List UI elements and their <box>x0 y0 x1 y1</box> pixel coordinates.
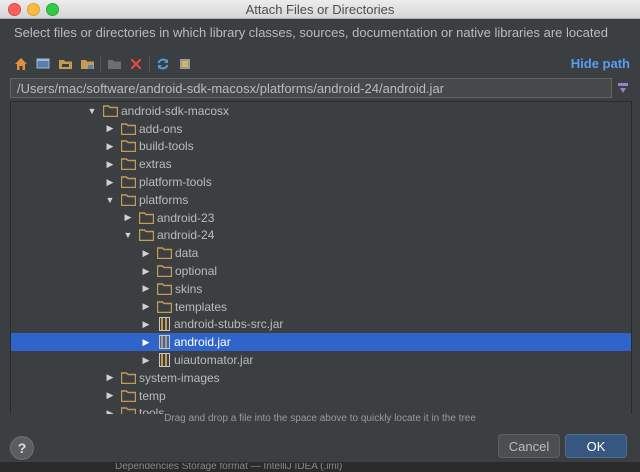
collapsed-arrow-icon[interactable]: ▶ <box>141 283 151 294</box>
tree-item-label: platforms <box>139 192 189 207</box>
refresh-icon[interactable] <box>152 54 174 74</box>
tree-folder-row[interactable]: ▶ temp <box>11 387 631 405</box>
ok-button[interactable]: OK <box>565 434 627 458</box>
tree-item-label: templates <box>175 299 228 314</box>
tree-item-label: optional <box>175 264 218 279</box>
tree-folder-row[interactable]: ▶ system-images <box>11 369 631 387</box>
tree-item-label: uiautomator.jar <box>174 353 254 368</box>
jar-file-icon <box>159 353 170 368</box>
new-folder-icon[interactable] <box>103 54 125 74</box>
collapsed-arrow-icon[interactable]: ▶ <box>105 141 115 152</box>
collapsed-arrow-icon[interactable]: ▶ <box>141 266 151 277</box>
folder-icon <box>120 194 137 207</box>
folder-icon <box>102 105 119 118</box>
path-input[interactable] <box>10 78 612 98</box>
collapsed-arrow-icon[interactable]: ▶ <box>141 337 151 348</box>
toolbar-separator <box>149 56 150 72</box>
tree-folder-row[interactable]: ▶ skins <box>11 280 631 298</box>
cancel-button[interactable]: Cancel <box>498 434 560 458</box>
collapsed-arrow-icon[interactable]: ▶ <box>105 390 115 401</box>
drag-drop-hint: Drag and drop a file into the space abov… <box>164 413 476 424</box>
tree-item-label: android-24 <box>157 228 215 243</box>
expanded-arrow-icon[interactable]: ▼ <box>105 195 115 205</box>
show-hidden-icon[interactable] <box>174 54 196 74</box>
tree-item-label: temp <box>139 388 166 403</box>
toolbar-separator <box>100 56 101 72</box>
folder-icon <box>156 283 173 296</box>
tree-item-label: android-sdk-macosx <box>121 103 230 118</box>
window-title: Attach Files or Directories <box>245 2 395 17</box>
tree-item-label: android.jar <box>174 335 231 350</box>
folder-icon <box>120 122 137 135</box>
file-chooser-toolbar <box>10 54 196 74</box>
folder-icon <box>120 158 137 171</box>
tree-file-row[interactable]: ▶ android.jar <box>11 333 631 352</box>
folder-icon <box>120 140 137 153</box>
tree-folder-row[interactable]: ▶ optional <box>11 262 631 280</box>
module-folder-icon[interactable] <box>76 54 98 74</box>
desktop-icon[interactable] <box>32 54 54 74</box>
window-titlebar: Attach Files or Directories <box>0 0 640 19</box>
collapsed-arrow-icon[interactable]: ▶ <box>105 123 115 134</box>
tree-file-row[interactable]: ▶ android-stubs-src.jar <box>11 316 631 334</box>
collapsed-arrow-icon[interactable]: ▶ <box>123 212 133 223</box>
project-folder-icon[interactable] <box>54 54 76 74</box>
tree-item-label: android-23 <box>157 210 215 225</box>
collapsed-arrow-icon[interactable]: ▶ <box>141 355 151 366</box>
expanded-arrow-icon[interactable]: ▼ <box>123 230 133 240</box>
folder-icon <box>156 247 173 260</box>
folder-icon <box>120 372 137 385</box>
tree-item-label: extras <box>139 157 172 172</box>
collapsed-arrow-icon[interactable]: ▶ <box>105 159 115 170</box>
delete-icon[interactable] <box>125 54 147 74</box>
tree-folder-row[interactable]: ▼ platforms <box>11 191 631 209</box>
tree-folder-row[interactable]: ▶ build-tools <box>11 138 631 156</box>
tree-folder-row[interactable]: ▶ android-23 <box>11 209 631 227</box>
path-row <box>10 78 630 100</box>
home-icon[interactable] <box>10 54 32 74</box>
tree-folder-row[interactable]: ▶ templates <box>11 298 631 316</box>
tree-folder-row[interactable]: ▶ add-ons <box>11 120 631 138</box>
help-button[interactable]: ? <box>10 436 34 460</box>
tree-file-row[interactable]: ▶ uiautomator.jar <box>11 351 631 369</box>
folder-icon <box>138 229 155 242</box>
collapsed-arrow-icon[interactable]: ▶ <box>105 372 115 383</box>
collapsed-arrow-icon[interactable]: ▶ <box>141 301 151 312</box>
tree-folder-row[interactable]: ▶ platform-tools <box>11 173 631 191</box>
tree-item-label: system-images <box>139 370 220 385</box>
tree-folder-row[interactable]: ▼ android-24 <box>11 227 631 245</box>
dialog-description: Select files or directories in which lib… <box>14 25 608 40</box>
tree-item-label: build-tools <box>139 139 194 154</box>
tree-folder-row[interactable]: ▶ extras <box>11 155 631 173</box>
collapsed-arrow-icon[interactable]: ▶ <box>141 319 151 330</box>
file-tree[interactable]: ▼ android-sdk-macosx ▶ add-ons ▶ build-tools ▶… <box>10 101 632 414</box>
folder-icon <box>120 389 137 402</box>
collapsed-arrow-icon[interactable]: ▶ <box>105 177 115 188</box>
background-window-text: Dependencies Storage format — IntelliJ I… <box>115 463 343 472</box>
tree-folder-row[interactable]: ▶ data <box>11 244 631 262</box>
jar-file-icon <box>159 317 170 332</box>
expanded-arrow-icon[interactable]: ▼ <box>87 106 97 116</box>
folder-icon <box>120 176 137 189</box>
folder-icon <box>156 265 173 278</box>
tree-item-label: android-stubs-src.jar <box>174 317 284 332</box>
folder-icon <box>156 300 173 313</box>
hide-path-link[interactable]: Hide path <box>571 56 630 71</box>
tree-item-label: data <box>175 246 199 261</box>
path-history-button[interactable] <box>616 80 630 96</box>
collapsed-arrow-icon[interactable]: ▶ <box>141 248 151 259</box>
folder-icon <box>138 211 155 224</box>
jar-file-icon <box>159 335 170 350</box>
tree-item-label: platform-tools <box>139 175 212 190</box>
tree-item-label: skins <box>175 281 203 296</box>
tree-folder-row[interactable]: ▼ android-sdk-macosx <box>11 102 631 120</box>
tree-item-label: add-ons <box>139 121 183 136</box>
